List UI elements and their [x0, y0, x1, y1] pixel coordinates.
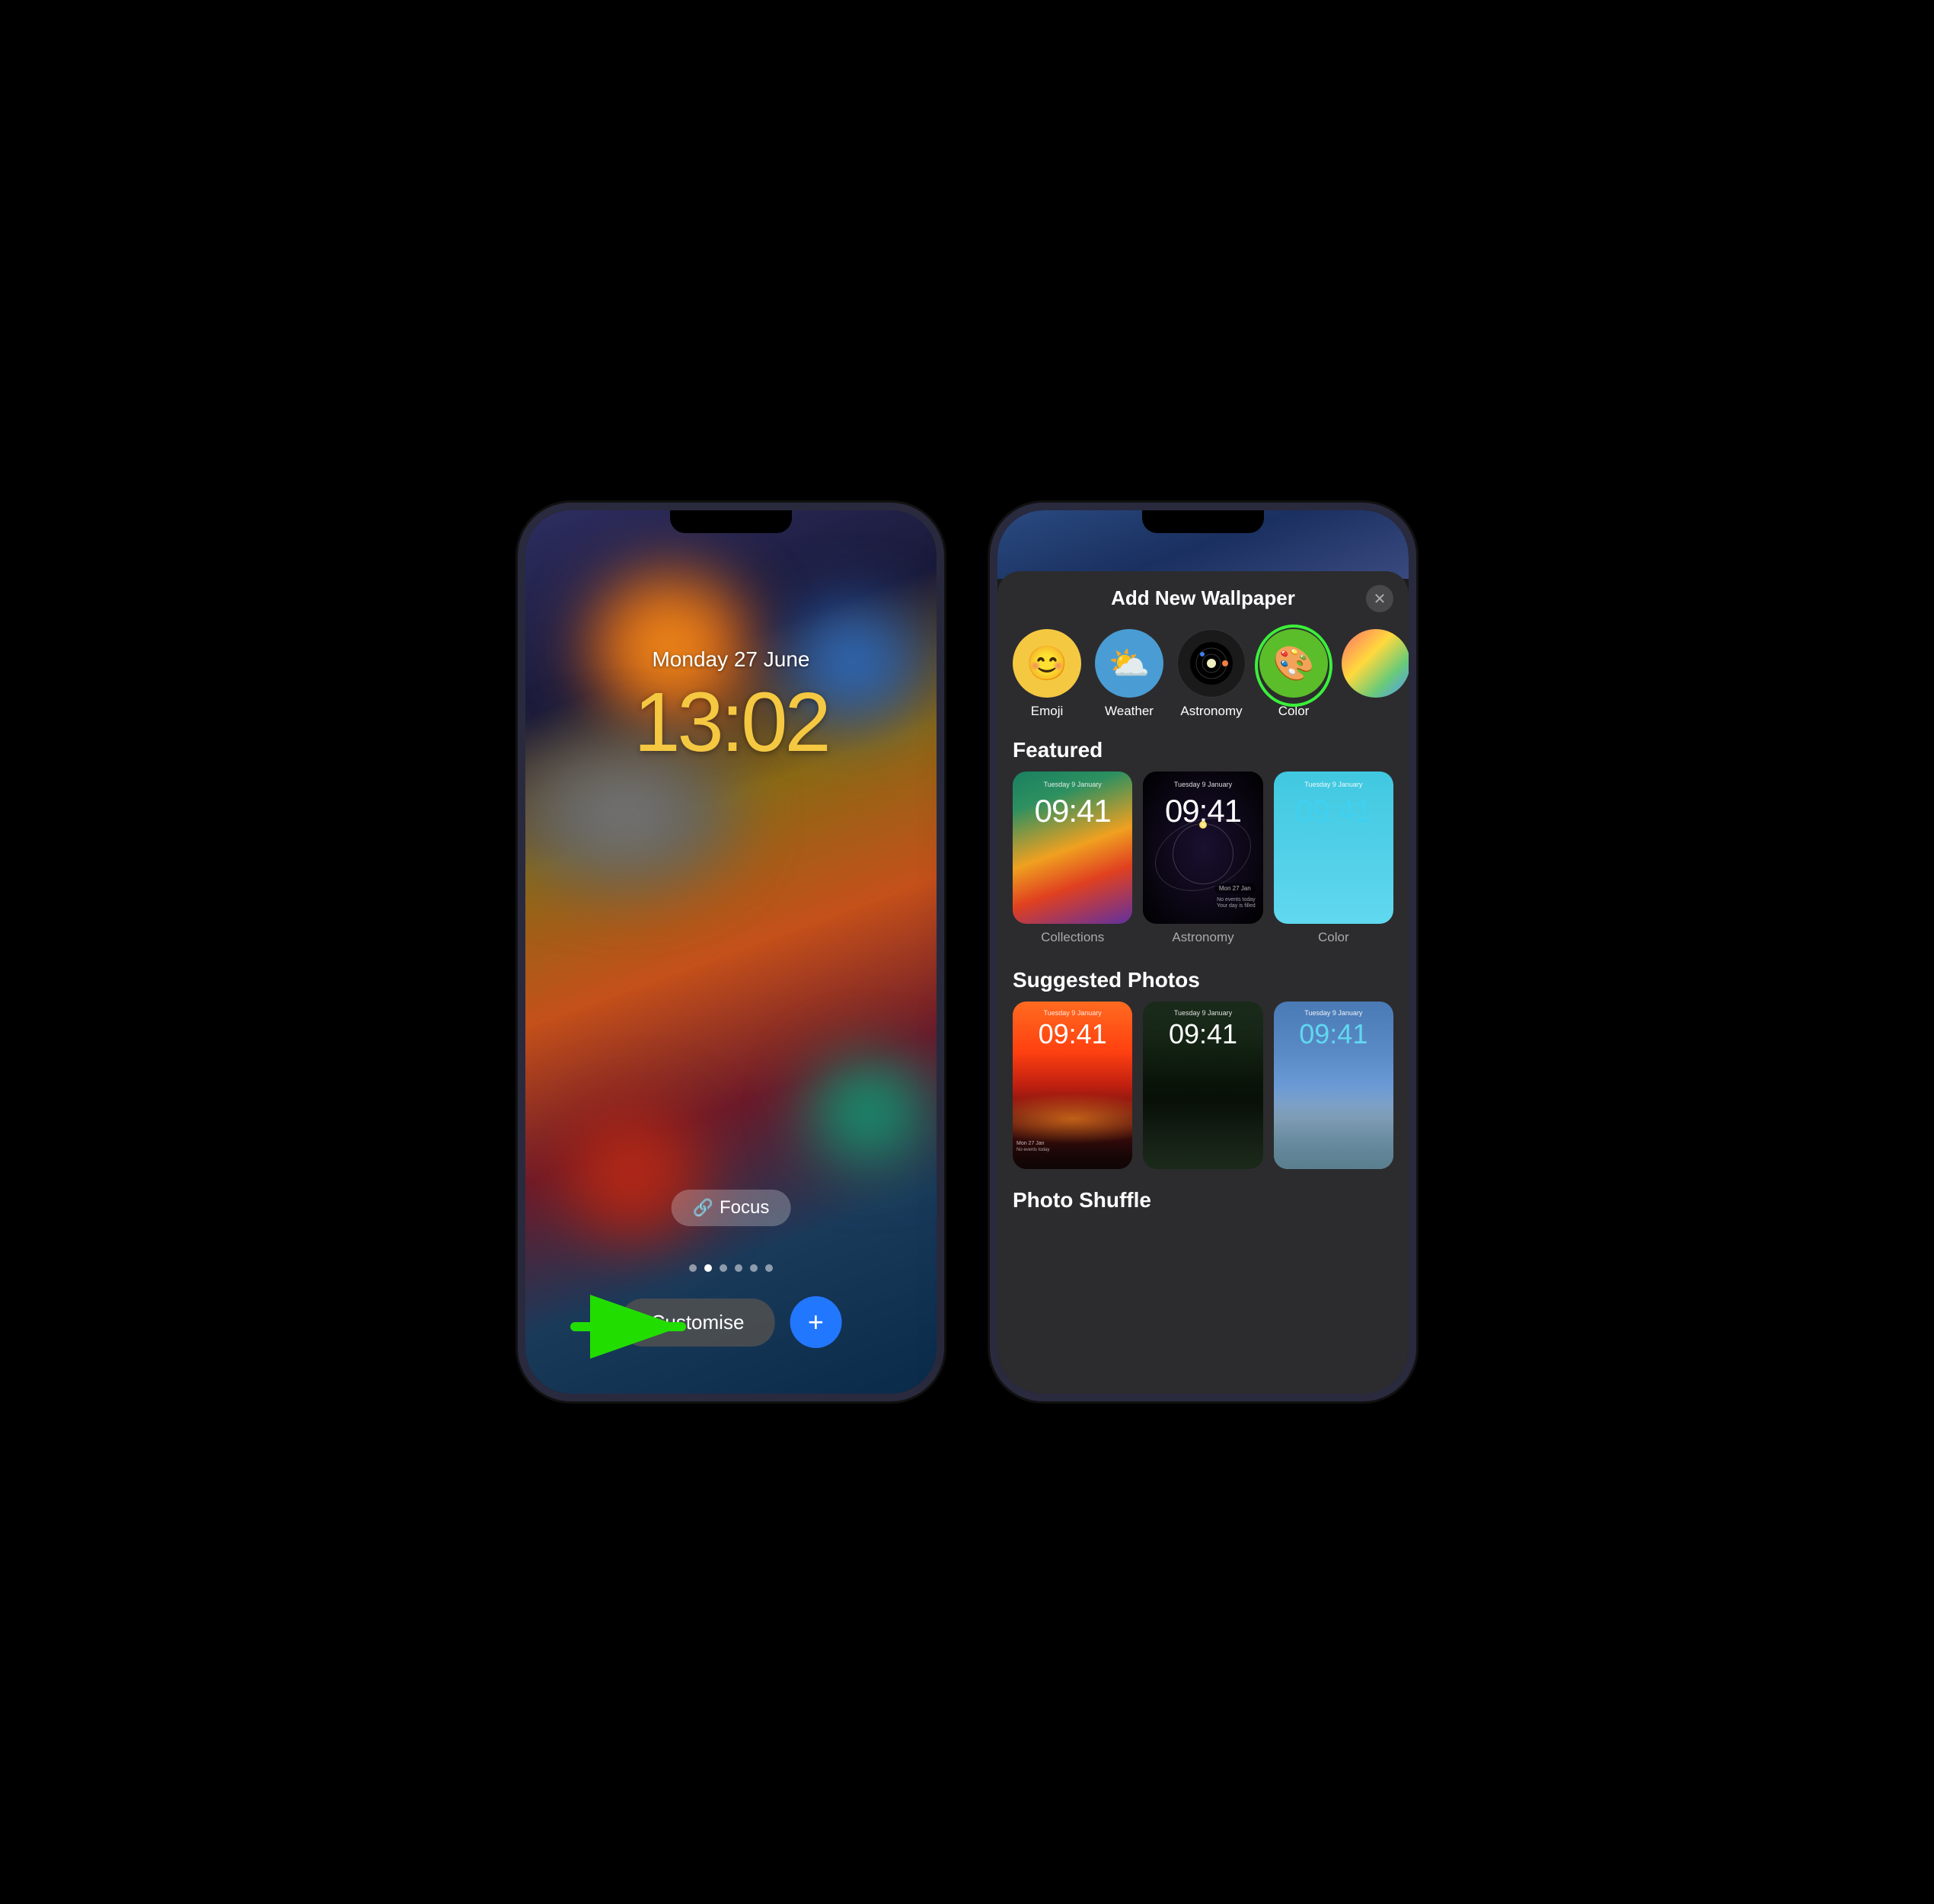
astro-widget-events: No events today — [1217, 897, 1256, 902]
lock-time: 13:02 — [525, 674, 937, 771]
coast-clock: 09:41 — [1274, 1018, 1393, 1050]
power-button[interactable] — [942, 739, 944, 800]
sunset-time: Tuesday 9 January — [1013, 1009, 1132, 1017]
wallpaper-blobs — [525, 510, 937, 1394]
collections-preview: Tuesday 9 January 09:41 — [1013, 772, 1132, 924]
coast-preview: Tuesday 9 January 09:41 — [1274, 1002, 1393, 1169]
phone-screen: Monday 27 June 13:02 🔗 Focus Customise + — [525, 510, 937, 1394]
blob-teal — [807, 1059, 929, 1165]
photo-shuffle-title: Photo Shuffle — [997, 1184, 1409, 1220]
right-phone: Add New Wallpaper ✕ 😊 Emoji ⛅ Weather — [990, 503, 1416, 1401]
add-wallpaper-button[interactable]: + — [790, 1296, 841, 1348]
page-indicator — [525, 1264, 937, 1272]
add-wallpaper-sheet: Add New Wallpaper ✕ 😊 Emoji ⛅ Weather — [997, 571, 1409, 1394]
color-preview-clock: 09:41 — [1274, 793, 1393, 829]
right-volume-down-button[interactable] — [990, 769, 992, 830]
wallpaper-type-emoji[interactable]: 😊 Emoji — [1013, 629, 1081, 719]
wallpaper-type-astronomy[interactable]: Astronomy — [1177, 629, 1246, 719]
coast-time: Tuesday 9 January — [1274, 1009, 1393, 1017]
featured-row: Tuesday 9 January 09:41 Collections Tues… — [997, 772, 1409, 960]
phone-notch-right — [1142, 510, 1264, 533]
forest-time: Tuesday 9 January — [1143, 1009, 1262, 1017]
sunset-widget-date: Mon 27 Jan — [1016, 1141, 1045, 1146]
close-button[interactable]: ✕ — [1366, 585, 1393, 612]
right-phone-screen: Add New Wallpaper ✕ 😊 Emoji ⛅ Weather — [997, 510, 1409, 1394]
sheet-header: Add New Wallpaper ✕ — [997, 571, 1409, 621]
astronomy-label: Astronomy — [1180, 704, 1242, 719]
wallpaper-type-photos[interactable] — [1342, 629, 1409, 719]
color-selected-outline — [1255, 625, 1332, 707]
astronomy-preview-time: Tuesday 9 January — [1143, 781, 1262, 788]
color-preview-time: Tuesday 9 January — [1274, 781, 1393, 788]
astronomy-card-label: Astronomy — [1172, 930, 1233, 945]
forest-preview: Tuesday 9 January 09:41 — [1143, 1002, 1262, 1169]
lock-date: Monday 27 June — [525, 647, 937, 672]
astro-widget-steps: Your day is filled — [1217, 903, 1256, 909]
featured-card-collections[interactable]: Tuesday 9 January 09:41 Collections — [1013, 772, 1132, 945]
main-container: Monday 27 June 13:02 🔗 Focus Customise + — [487, 472, 1447, 1432]
suggested-card-coast[interactable]: Tuesday 9 January 09:41 — [1274, 1002, 1393, 1169]
green-arrow — [567, 1281, 720, 1372]
collections-preview-time: Tuesday 9 January — [1013, 781, 1132, 788]
forest-clock: 09:41 — [1143, 1018, 1262, 1050]
emoji-icon: 😊 — [1013, 629, 1081, 698]
wallpaper-type-weather[interactable]: ⛅ Weather — [1095, 629, 1163, 719]
astro-sun — [1199, 821, 1207, 829]
emoji-label: Emoji — [1031, 704, 1064, 719]
wallpaper-types-row: 😊 Emoji ⛅ Weather — [997, 621, 1409, 730]
volume-down-button[interactable] — [518, 769, 520, 830]
sunset-preview: Tuesday 9 January 09:41 Mon 27 Jan No ev… — [1013, 1002, 1132, 1169]
focus-icon: 🔗 — [693, 1198, 713, 1218]
focus-pill[interactable]: 🔗 Focus — [672, 1190, 791, 1226]
featured-card-color[interactable]: Tuesday 9 January 09:41 Color — [1274, 772, 1393, 945]
dot-4 — [735, 1264, 742, 1272]
dot-2 — [704, 1264, 712, 1272]
focus-label: Focus — [720, 1197, 769, 1219]
suggested-card-sunset[interactable]: Tuesday 9 January 09:41 Mon 27 Jan No ev… — [1013, 1002, 1132, 1169]
volume-up-button[interactable] — [518, 701, 520, 746]
sunset-glow — [1013, 1094, 1132, 1144]
collections-label: Collections — [1041, 930, 1104, 945]
color-card-label: Color — [1318, 930, 1349, 945]
right-power-button[interactable] — [1414, 739, 1416, 800]
weather-label: Weather — [1105, 704, 1154, 719]
dot-3 — [720, 1264, 727, 1272]
dot-5 — [750, 1264, 758, 1272]
suggested-row: Tuesday 9 January 09:41 Mon 27 Jan No ev… — [997, 1002, 1409, 1184]
sheet-title: Add New Wallpaper — [1111, 586, 1295, 610]
astronomy-icon — [1177, 629, 1246, 698]
weather-icon: ⛅ — [1095, 629, 1163, 698]
featured-section-title: Featured — [997, 730, 1409, 772]
color-preview: Tuesday 9 January 09:41 — [1274, 772, 1393, 924]
phone-notch — [670, 510, 792, 533]
collections-preview-clock: 09:41 — [1013, 793, 1132, 829]
coast-bottom — [1274, 1102, 1393, 1169]
suggested-card-forest[interactable]: Tuesday 9 January 09:41 — [1143, 1002, 1262, 1169]
dot-6 — [765, 1264, 773, 1272]
wallpaper-type-color[interactable]: 🎨 Color — [1259, 629, 1328, 719]
astro-widget-date: Mon 27 Jan — [1214, 883, 1256, 893]
dot-1 — [689, 1264, 697, 1272]
featured-card-astronomy[interactable]: Tuesday 9 January 09:41 Mon 27 Jan No ev… — [1143, 772, 1262, 945]
sunset-clock: 09:41 — [1013, 1018, 1132, 1050]
left-phone: Monday 27 June 13:02 🔗 Focus Customise + — [518, 503, 944, 1401]
photos-icon — [1342, 629, 1409, 698]
suggested-section-title: Suggested Photos — [997, 960, 1409, 1002]
sunset-widget-events: No events today — [1016, 1148, 1049, 1152]
astronomy-preview: Tuesday 9 January 09:41 Mon 27 Jan No ev… — [1143, 772, 1262, 924]
right-volume-up-button[interactable] — [990, 701, 992, 746]
